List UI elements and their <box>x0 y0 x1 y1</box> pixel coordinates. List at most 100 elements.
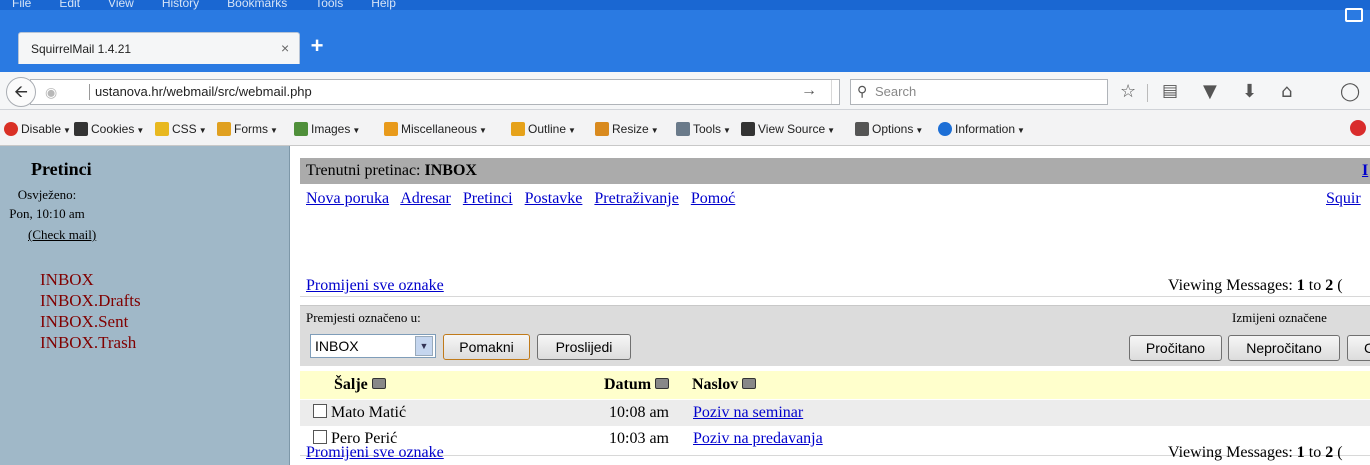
sidebar-item-trash[interactable]: INBOX.Trash <box>40 333 136 353</box>
check-mail-link[interactable]: (Check mail) <box>28 227 96 243</box>
toolbar-separator <box>1147 84 1148 102</box>
close-toolbar-icon[interactable] <box>1350 120 1366 136</box>
window-restore-icon[interactable] <box>1345 8 1363 22</box>
column-from[interactable]: Šalje <box>334 376 386 394</box>
toggle-all-link[interactable]: Promijeni sve oznake <box>306 277 444 295</box>
toolbar-tools[interactable]: Tools ▼ <box>676 122 731 136</box>
row-1-subject[interactable]: Poziv na seminar <box>693 404 803 422</box>
toolbar-cookies[interactable]: Cookies ▼ <box>74 122 144 136</box>
tab-close-icon[interactable]: × <box>281 40 289 56</box>
sidebar-item-sent[interactable]: INBOX.Sent <box>40 312 128 332</box>
search-placeholder: Search <box>875 84 917 99</box>
toolbar-resize[interactable]: Resize ▼ <box>595 122 659 136</box>
browser-tab[interactable]: SquirrelMail 1.4.21 × <box>18 32 300 64</box>
toggle-all-link-bottom[interactable]: Promijeni sve oznake <box>306 444 444 462</box>
nav-search[interactable]: Pretraživanje <box>594 190 678 207</box>
menu-file[interactable]: File <box>12 0 31 10</box>
column-date[interactable]: Datum <box>604 376 670 394</box>
row-2-checkbox[interactable] <box>313 430 327 444</box>
main-nav: Nova poruka Adresar Pretinci Postavke Pr… <box>306 190 735 208</box>
menu-bookmarks[interactable]: Bookmarks <box>227 0 287 10</box>
new-tab-button[interactable]: + <box>305 35 329 59</box>
menu-tools[interactable]: Tools <box>315 0 343 10</box>
menu-help[interactable]: Help <box>371 0 396 10</box>
web-developer-toolbar: Disable ▼ Cookies ▼ CSS ▼ Forms ▼ Images ▼ Mi… <box>0 110 1370 146</box>
toolbar-view-source[interactable]: View Source ▼ <box>741 122 835 136</box>
refreshed-label: Osvježeno: <box>17 187 77 202</box>
table-header <box>300 371 1370 399</box>
forward-button[interactable]: Proslijedi <box>537 334 631 360</box>
sort-date-icon[interactable] <box>655 378 670 389</box>
move-target-select[interactable]: INBOX ▼ <box>310 334 436 358</box>
view-source-icon <box>741 122 755 136</box>
download-icon[interactable]: ⬇ <box>1242 81 1257 102</box>
mark-unread-button[interactable]: Nepročitano <box>1228 335 1340 361</box>
browser-menubar: File Edit View History Bookmarks Tools H… <box>0 0 1370 10</box>
nav-new-message[interactable]: Nova poruka <box>306 190 389 207</box>
nav-help[interactable]: Pomoć <box>691 190 735 207</box>
options-icon <box>855 122 869 136</box>
sidebar-item-drafts[interactable]: INBOX.Drafts <box>40 291 141 311</box>
search-input[interactable]: ⚲ Search <box>850 79 1108 105</box>
sort-subject-icon[interactable] <box>742 378 757 389</box>
move-label: Premjesti označeno u: <box>306 310 421 325</box>
url-separator <box>89 84 90 100</box>
row-1-date: 10:08 am <box>609 404 669 421</box>
star-icon[interactable]: ☆ <box>1120 81 1136 102</box>
css-icon <box>155 122 169 136</box>
menu-view[interactable]: View <box>108 0 134 10</box>
sidebar-item-inbox[interactable]: INBOX <box>40 270 94 290</box>
toolbar-options[interactable]: Options ▼ <box>855 122 923 136</box>
forms-icon <box>217 122 231 136</box>
outline-icon <box>511 122 525 136</box>
toolbar-disable[interactable]: Disable ▼ <box>4 122 71 136</box>
misc-icon <box>384 122 398 136</box>
back-icon[interactable]: 🡨 <box>6 77 36 107</box>
url-text[interactable]: ustanova.hr/webmail/src/webmail.php <box>95 84 312 99</box>
nav-folders[interactable]: Pretinci <box>463 190 513 207</box>
home-icon[interactable]: ⌂ <box>1281 81 1292 102</box>
disable-icon <box>4 122 18 136</box>
row-2-subject[interactable]: Poziv na predavanja <box>693 430 823 448</box>
images-icon <box>294 122 308 136</box>
row-2-date: 10:03 am <box>609 430 669 447</box>
current-folder-label: Trenutni pretinac: <box>306 162 421 179</box>
toolbar-information[interactable]: Information ▼ <box>938 122 1025 136</box>
pocket-icon[interactable]: ▼ <box>1203 81 1217 102</box>
tab-title: SquirrelMail 1.4.21 <box>31 42 132 56</box>
row-1-checkbox[interactable] <box>313 404 327 418</box>
chat-icon[interactable]: ◯ <box>1340 81 1360 102</box>
partial-action-button[interactable]: C <box>1347 335 1370 361</box>
refreshed-time: Pon, 10:10 am <box>9 206 85 221</box>
search-icon: ⚲ <box>857 83 868 99</box>
toolbar-forms[interactable]: Forms ▼ <box>217 122 278 136</box>
squirrelmail-link[interactable]: Squir <box>1326 190 1361 208</box>
viewing-messages-bottom: Viewing Messages: 1 to 2 ( <box>1168 444 1343 461</box>
chevron-down-icon[interactable]: ▼ <box>415 336 433 356</box>
nav-addresses[interactable]: Adresar <box>400 190 451 207</box>
sort-from-icon[interactable] <box>371 378 386 389</box>
table-row[interactable] <box>300 400 1370 426</box>
resize-icon <box>595 122 609 136</box>
toolbar-images[interactable]: Images ▼ <box>294 122 360 136</box>
toolbar-miscellaneous[interactable]: Miscellaneous ▼ <box>384 122 487 136</box>
move-target-value: INBOX <box>315 338 359 354</box>
menu-edit[interactable]: Edit <box>59 0 80 10</box>
go-arrow-icon[interactable]: → <box>801 82 817 100</box>
viewing-messages: Viewing Messages: 1 to 2 ( <box>1168 277 1343 294</box>
toolbar-outline[interactable]: Outline ▼ <box>511 122 576 136</box>
nav-options[interactable]: Postavke <box>525 190 583 207</box>
mark-label: Izmijeni označene <box>1232 310 1327 325</box>
mark-read-button[interactable]: Pročitano <box>1129 335 1222 361</box>
url-bar[interactable]: ◉ ustanova.hr/webmail/src/webmail.php → <box>30 79 840 105</box>
toolbar-css[interactable]: CSS ▼ <box>155 122 207 136</box>
current-folder-line: Trenutni pretinac: INBOX <box>306 162 477 180</box>
header-right-link[interactable]: I <box>1362 162 1368 180</box>
column-subject[interactable]: Naslov <box>692 376 757 394</box>
go-separator <box>831 80 832 104</box>
reading-list-icon[interactable]: ▤ <box>1162 81 1178 101</box>
menu-history[interactable]: History <box>162 0 199 10</box>
cookies-icon <box>74 122 88 136</box>
message-list-frame: Trenutni pretinac: INBOX I Nova poruka A… <box>300 158 1370 465</box>
move-button[interactable]: Pomakni <box>443 334 530 360</box>
